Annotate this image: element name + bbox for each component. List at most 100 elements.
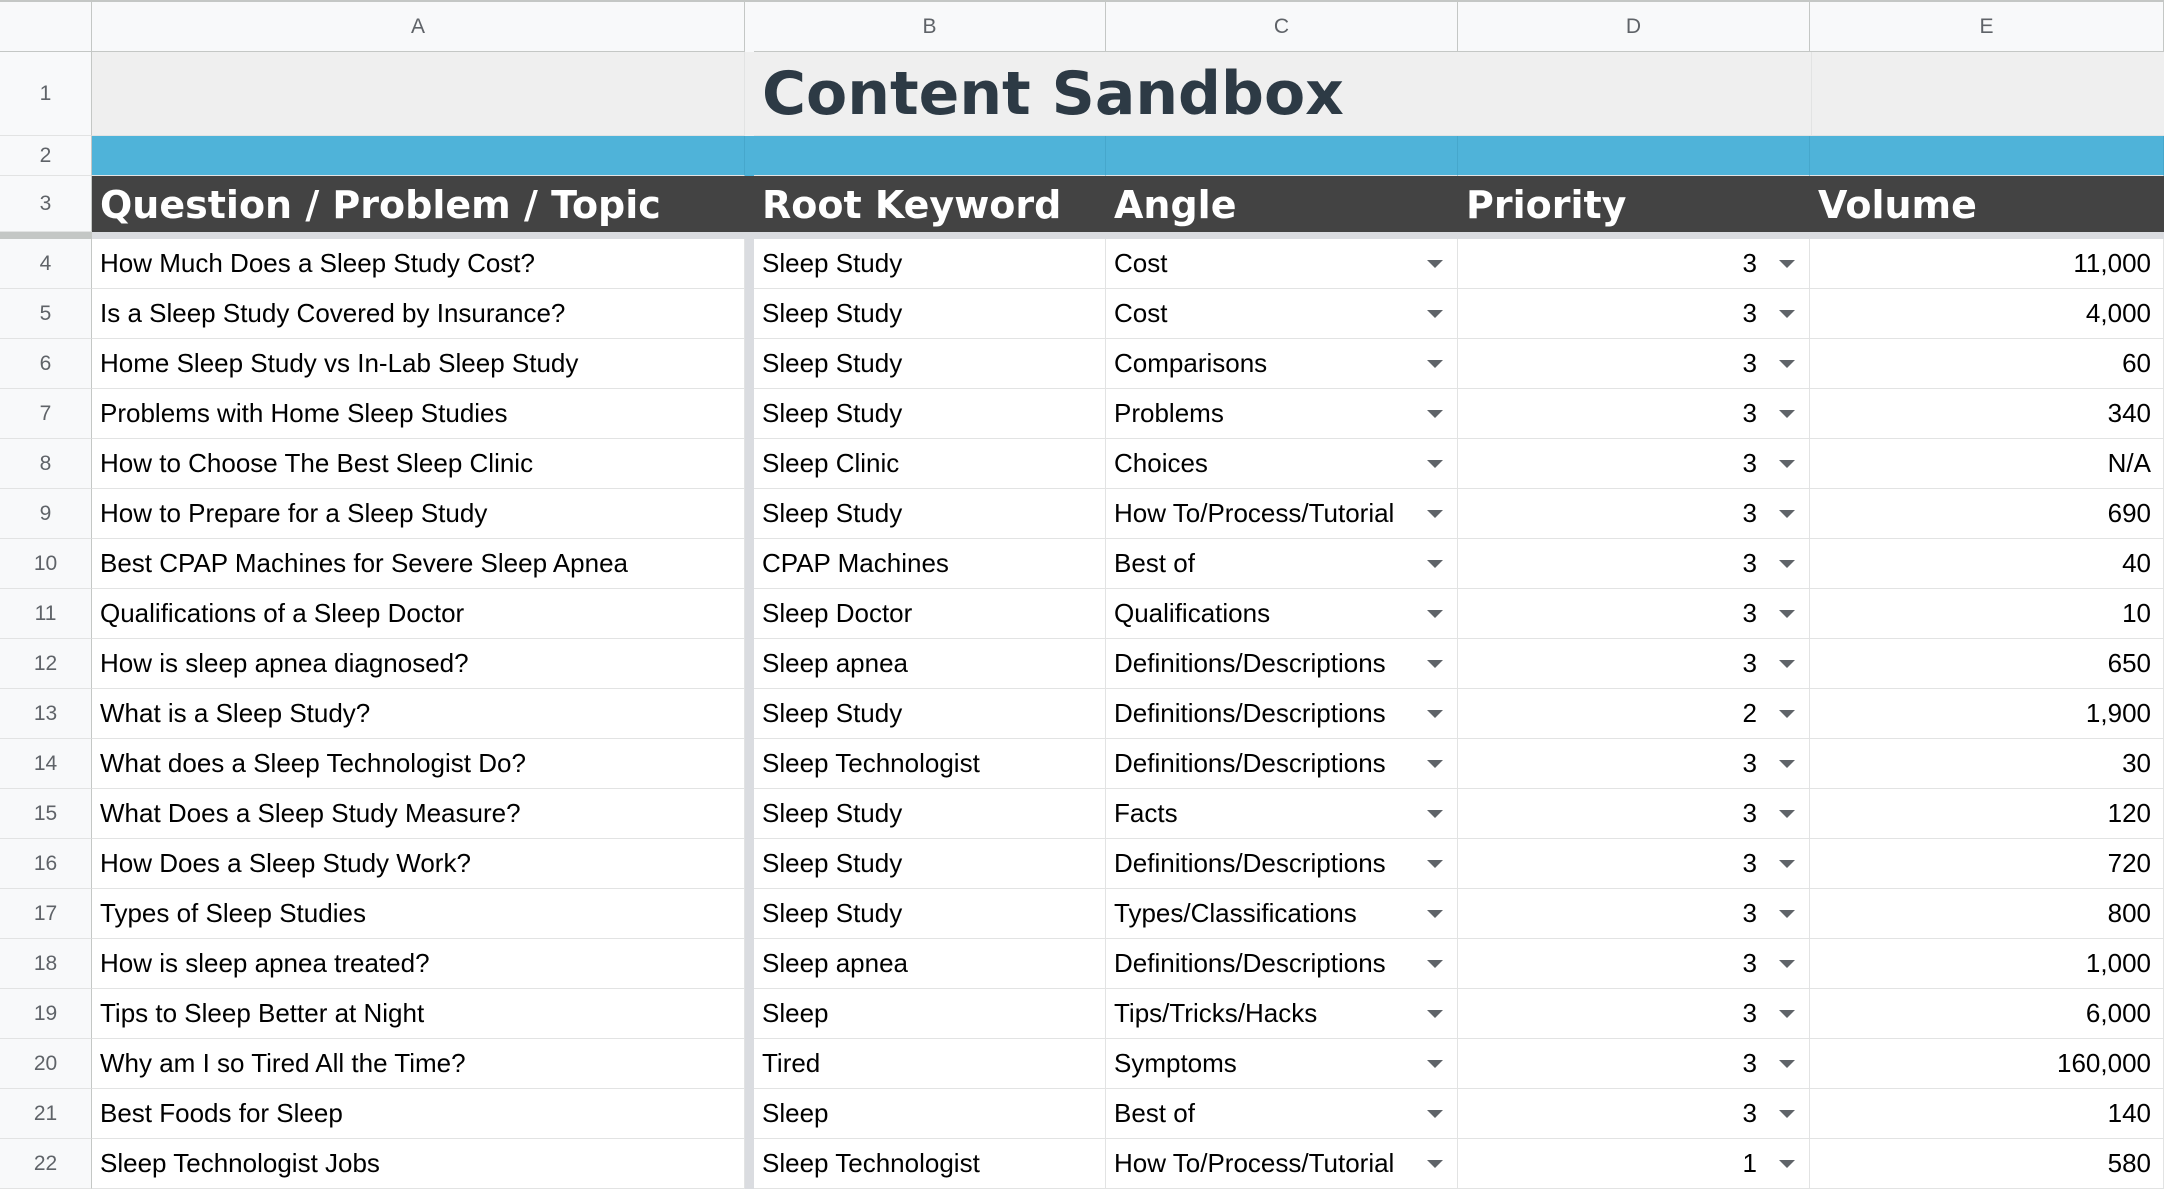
freeze-divider[interactable] — [745, 689, 754, 739]
header-cell-topic[interactable]: Question / Problem / Topic — [92, 176, 745, 232]
select-all-corner[interactable] — [0, 2, 92, 52]
chevron-down-icon[interactable] — [1427, 510, 1443, 518]
cell-keyword[interactable]: Sleep Technologist — [754, 739, 1106, 789]
column-header-a[interactable]: A — [92, 2, 745, 52]
cell-topic[interactable]: Qualifications of a Sleep Doctor — [92, 589, 745, 639]
header-cell-priority[interactable]: Priority — [1458, 176, 1810, 232]
cell-topic[interactable]: How Does a Sleep Study Work? — [92, 839, 745, 889]
chevron-down-icon[interactable] — [1779, 410, 1795, 418]
chevron-down-icon[interactable] — [1427, 360, 1443, 368]
cell-d2[interactable] — [1458, 136, 1810, 176]
cell-volume[interactable]: 340 — [1810, 389, 2164, 439]
chevron-down-icon[interactable] — [1779, 610, 1795, 618]
row-number[interactable]: 6 — [0, 339, 92, 389]
row-number[interactable]: 12 — [0, 639, 92, 689]
cell-priority-dropdown[interactable]: 3 — [1458, 539, 1810, 589]
cell-angle-dropdown[interactable]: Definitions/Descriptions — [1106, 839, 1458, 889]
row-number[interactable]: 2 — [0, 136, 92, 176]
freeze-divider[interactable] — [745, 589, 754, 639]
cell-topic[interactable]: Is a Sleep Study Covered by Insurance? — [92, 289, 745, 339]
cell-priority-dropdown[interactable]: 3 — [1458, 239, 1810, 289]
chevron-down-icon[interactable] — [1779, 860, 1795, 868]
cell-b2[interactable] — [754, 136, 1106, 176]
chevron-down-icon[interactable] — [1779, 1060, 1795, 1068]
cell-priority-dropdown[interactable]: 3 — [1458, 789, 1810, 839]
row-number[interactable]: 20 — [0, 1039, 92, 1089]
chevron-down-icon[interactable] — [1779, 960, 1795, 968]
cell-priority-dropdown[interactable]: 3 — [1458, 989, 1810, 1039]
chevron-down-icon[interactable] — [1779, 510, 1795, 518]
cell-angle-dropdown[interactable]: Definitions/Descriptions — [1106, 639, 1458, 689]
header-cell-keyword[interactable]: Root Keyword — [754, 176, 1106, 232]
cell-angle-dropdown[interactable]: Facts — [1106, 789, 1458, 839]
cell-angle-dropdown[interactable]: Definitions/Descriptions — [1106, 739, 1458, 789]
cell-topic[interactable]: Best Foods for Sleep — [92, 1089, 745, 1139]
chevron-down-icon[interactable] — [1779, 1160, 1795, 1168]
cell-volume[interactable]: 10 — [1810, 589, 2164, 639]
cell-angle-dropdown[interactable]: How To/Process/Tutorial — [1106, 489, 1458, 539]
chevron-down-icon[interactable] — [1779, 910, 1795, 918]
freeze-divider[interactable] — [745, 639, 754, 689]
cell-priority-dropdown[interactable]: 3 — [1458, 739, 1810, 789]
chevron-down-icon[interactable] — [1427, 610, 1443, 618]
row-number[interactable]: 17 — [0, 889, 92, 939]
cell-volume[interactable]: 1,000 — [1810, 939, 2164, 989]
cell-priority-dropdown[interactable]: 3 — [1458, 939, 1810, 989]
cell-topic[interactable]: What Does a Sleep Study Measure? — [92, 789, 745, 839]
freeze-divider[interactable] — [745, 289, 754, 339]
cell-priority-dropdown[interactable]: 3 — [1458, 839, 1810, 889]
cell-keyword[interactable]: Sleep apnea — [754, 639, 1106, 689]
cell-topic[interactable]: How is sleep apnea diagnosed? — [92, 639, 745, 689]
row-number[interactable]: 18 — [0, 939, 92, 989]
cell-priority-dropdown[interactable]: 3 — [1458, 439, 1810, 489]
freeze-divider[interactable] — [745, 739, 754, 789]
cell-topic[interactable]: Tips to Sleep Better at Night — [92, 989, 745, 1039]
cell-topic[interactable]: What does a Sleep Technologist Do? — [92, 739, 745, 789]
freeze-divider[interactable] — [745, 1139, 754, 1189]
cell-volume[interactable]: 4,000 — [1810, 289, 2164, 339]
freeze-divider[interactable] — [745, 989, 754, 1039]
cell-volume[interactable]: 800 — [1810, 889, 2164, 939]
cell-angle-dropdown[interactable]: Best of — [1106, 1089, 1458, 1139]
freeze-divider[interactable] — [745, 539, 754, 589]
row-number[interactable]: 22 — [0, 1139, 92, 1189]
cell-angle-dropdown[interactable]: How To/Process/Tutorial — [1106, 1139, 1458, 1189]
cell-topic[interactable]: Best CPAP Machines for Severe Sleep Apne… — [92, 539, 745, 589]
cell-angle-dropdown[interactable]: Problems — [1106, 389, 1458, 439]
cell-volume[interactable]: 650 — [1810, 639, 2164, 689]
cell-topic[interactable]: How is sleep apnea treated? — [92, 939, 745, 989]
cell-keyword[interactable]: Sleep Study — [754, 789, 1106, 839]
cell-volume[interactable]: 40 — [1810, 539, 2164, 589]
cell-priority-dropdown[interactable]: 3 — [1458, 589, 1810, 639]
cell-e1[interactable] — [1812, 52, 2164, 136]
cell-angle-dropdown[interactable]: Definitions/Descriptions — [1106, 689, 1458, 739]
row-number[interactable]: 13 — [0, 689, 92, 739]
cell-keyword[interactable]: Sleep Study — [754, 339, 1106, 389]
freeze-divider[interactable] — [745, 136, 754, 176]
cell-keyword[interactable]: Sleep — [754, 1089, 1106, 1139]
chevron-down-icon[interactable] — [1427, 660, 1443, 668]
chevron-down-icon[interactable] — [1427, 460, 1443, 468]
freeze-divider[interactable] — [745, 1039, 754, 1089]
cell-keyword[interactable]: Sleep Study — [754, 389, 1106, 439]
cell-volume[interactable]: N/A — [1810, 439, 2164, 489]
chevron-down-icon[interactable] — [1427, 1110, 1443, 1118]
cell-priority-dropdown[interactable]: 2 — [1458, 689, 1810, 739]
row-number[interactable]: 19 — [0, 989, 92, 1039]
cell-topic[interactable]: Why am I so Tired All the Time? — [92, 1039, 745, 1089]
cell-keyword[interactable]: Sleep Study — [754, 889, 1106, 939]
row-number[interactable]: 7 — [0, 389, 92, 439]
row-number[interactable]: 1 — [0, 52, 92, 136]
row-number[interactable]: 3 — [0, 176, 92, 232]
cell-c2[interactable] — [1106, 136, 1458, 176]
chevron-down-icon[interactable] — [1779, 810, 1795, 818]
cell-priority-dropdown[interactable]: 3 — [1458, 389, 1810, 439]
cell-volume[interactable]: 11,000 — [1810, 239, 2164, 289]
freeze-divider[interactable] — [745, 489, 754, 539]
chevron-down-icon[interactable] — [1427, 1060, 1443, 1068]
chevron-down-icon[interactable] — [1427, 710, 1443, 718]
chevron-down-icon[interactable] — [1779, 660, 1795, 668]
cell-priority-dropdown[interactable]: 3 — [1458, 339, 1810, 389]
cell-volume[interactable]: 120 — [1810, 789, 2164, 839]
freeze-divider[interactable] — [745, 239, 754, 289]
